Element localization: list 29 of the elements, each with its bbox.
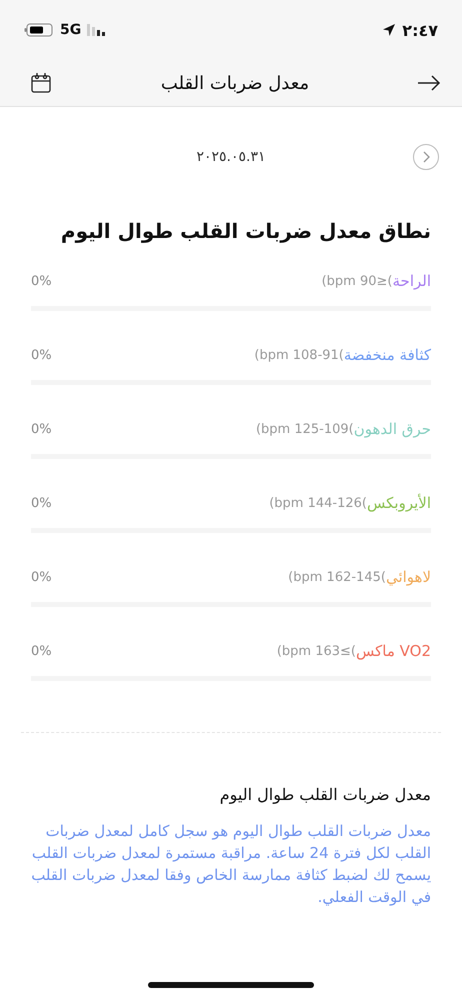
date-label: ٢٠٢٥.٠٥.٣١	[196, 149, 266, 165]
info-title: معدل ضربات القلب طوال اليوم	[218, 785, 431, 804]
zone-range: (bpm 108-91(	[254, 348, 344, 362]
info-text: معدل ضربات القلب طوال اليوم هو سجل كامل لمعدل ضربات القلب لكل فترة 24 ساعة. مراقبة مستمرة لمعدل ضربات القلب يسمح لك لضبط كثافة ممارسة الخاص وفقا لمعدل ضربات القلب في الوقت الفعلي.	[31, 821, 431, 908]
zone-name: VO2 ماكس	[356, 642, 431, 660]
chevron-icon[interactable]	[413, 144, 439, 170]
zone-name: الأيروبكس	[367, 494, 431, 512]
network-type: 5G	[60, 22, 82, 38]
zone-name: الراحة	[392, 272, 431, 290]
zone-range: (bpm 162-145(	[288, 570, 386, 584]
zone-range: (bpm 163≤(	[276, 644, 356, 658]
zone-name: حرق الدهون	[354, 420, 431, 438]
zone-percent: 0%	[31, 644, 52, 658]
zone-percent: 0%	[31, 496, 52, 510]
zone-percent: 0%	[31, 348, 52, 362]
zone-name: لاهوائي	[386, 568, 431, 586]
zone-percent: 0%	[31, 274, 52, 288]
page-title: معدل ضربات القلب	[160, 72, 310, 94]
zone-range: (bpm 90≥(	[322, 274, 392, 288]
zone-percent: 0%	[31, 422, 52, 436]
location-icon	[382, 23, 396, 37]
zone-name: كثافة منخفضة	[344, 346, 431, 364]
zone-percent: 0%	[31, 570, 52, 584]
zone-range: (bpm 125-109(	[256, 422, 354, 436]
section-title: نطاق معدل ضربات القلب طوال اليوم	[60, 219, 431, 243]
battery-icon	[24, 23, 54, 37]
zone-range: (bpm 144-126(	[269, 496, 367, 510]
signal-icon	[87, 24, 106, 36]
clock: ٢:٤٧	[402, 20, 438, 40]
